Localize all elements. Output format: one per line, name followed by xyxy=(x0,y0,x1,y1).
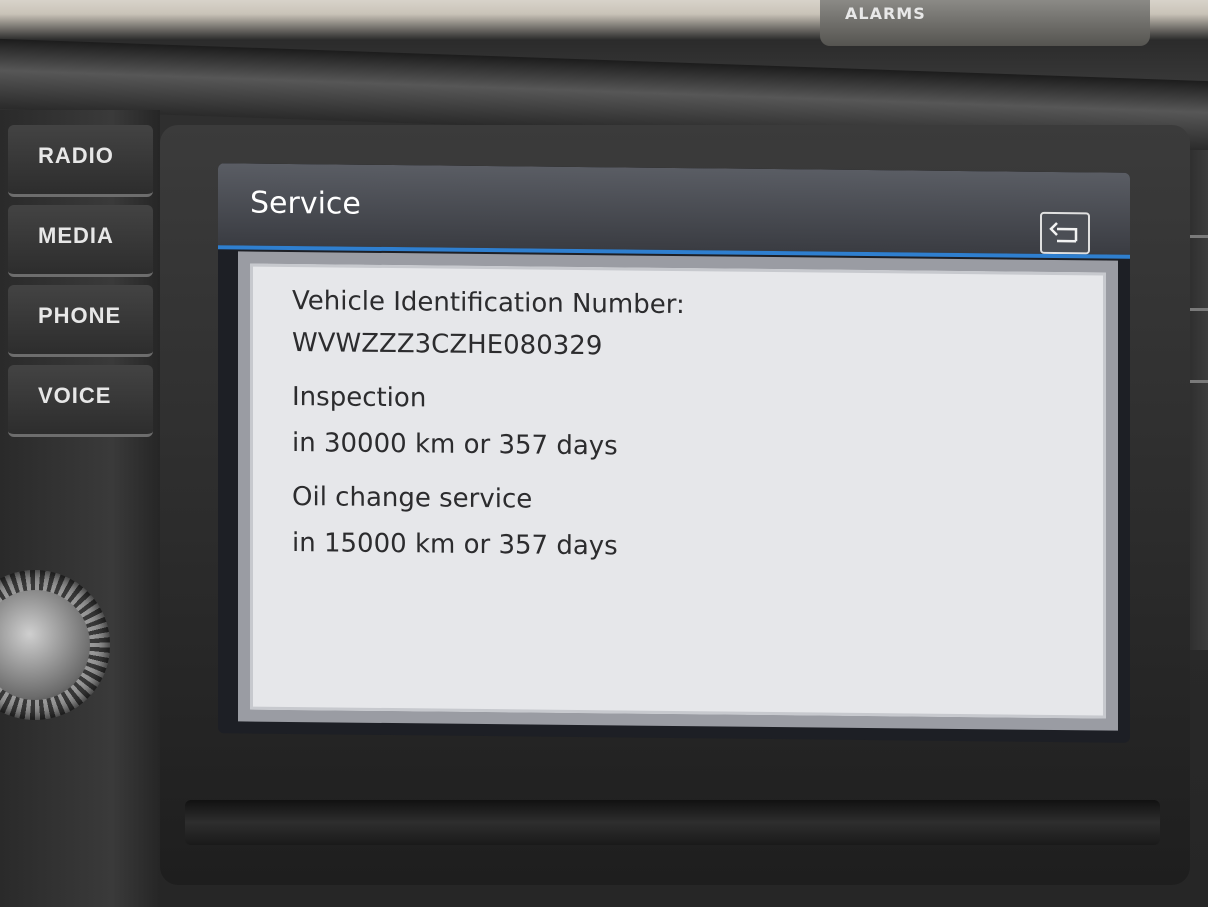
inspection-value: in 30000 km or 357 days xyxy=(292,427,618,462)
oil-change-value: in 15000 km or 357 days xyxy=(292,527,618,562)
service-info-panel: Vehicle Identification Number: WVWZZZ3CZ… xyxy=(250,263,1106,719)
screen-header: Service xyxy=(218,163,1130,255)
vin-label: Vehicle Identification Number: xyxy=(292,285,685,321)
voice-button-label: VOICE xyxy=(38,383,112,408)
inspection-label: Inspection xyxy=(292,381,427,414)
radio-button-label: RADIO xyxy=(38,143,114,168)
radio-button[interactable]: RADIO xyxy=(8,125,153,197)
oil-change-label: Oil change service xyxy=(292,481,533,515)
voice-button[interactable]: VOICE xyxy=(8,365,153,437)
car-infotainment-console: ALARMS RADIO MEDIA PHONE VOICE Service V… xyxy=(0,0,1208,907)
top-badge-text: ALARMS xyxy=(845,4,926,23)
back-button[interactable] xyxy=(1040,211,1090,255)
phone-button[interactable]: PHONE xyxy=(8,285,153,357)
back-arrow-icon xyxy=(1049,222,1078,243)
bottom-slot xyxy=(185,800,1160,845)
volume-knob-cap xyxy=(0,590,90,700)
vin-value: WVWZZZ3CZHE080329 xyxy=(292,327,603,362)
infotainment-screen: Service Vehicle Identification Number: W… xyxy=(218,163,1130,743)
service-info-frame: Vehicle Identification Number: WVWZZZ3CZ… xyxy=(238,251,1118,731)
phone-button-label: PHONE xyxy=(38,303,122,328)
media-button[interactable]: MEDIA xyxy=(8,205,153,277)
page-title: Service xyxy=(250,185,361,222)
media-button-label: MEDIA xyxy=(38,223,114,248)
